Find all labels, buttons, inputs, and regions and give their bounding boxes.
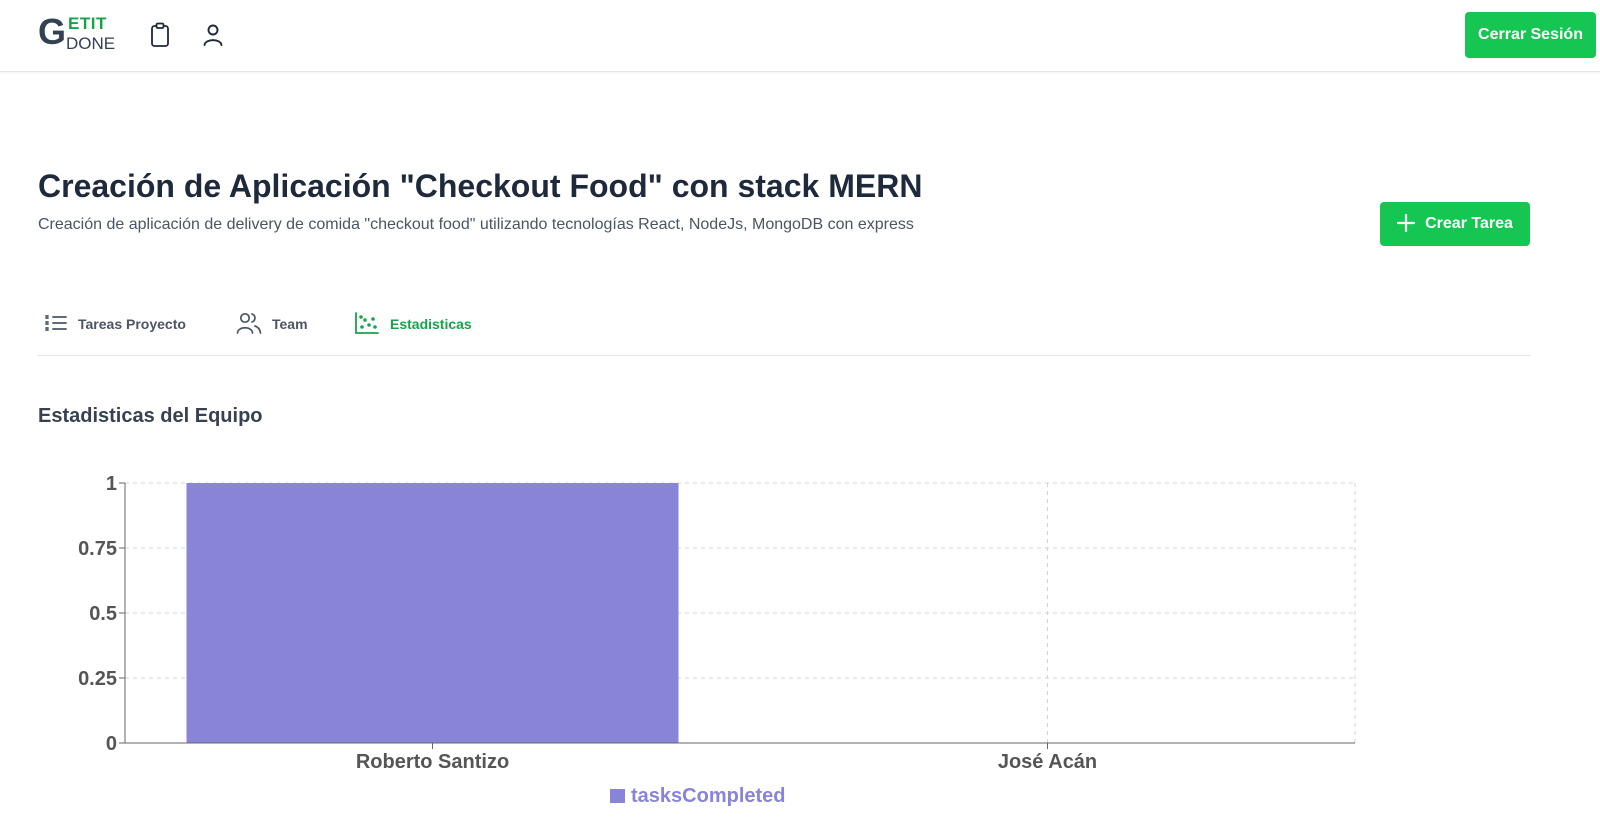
y-tick-label: 0 <box>106 733 117 755</box>
logo-bottom-text: DONE <box>66 34 116 53</box>
y-tick-label: 0.5 <box>89 603 117 625</box>
project-description: Creación de aplicación de delivery de co… <box>38 216 914 233</box>
top-navbar: G ETIT DONE Cerrar Sesión <box>0 0 1600 72</box>
bar <box>186 483 679 743</box>
logout-button[interactable]: Cerrar Sesión <box>1465 12 1596 58</box>
tab-label: Team <box>272 316 308 332</box>
logo-top-text: ETIT <box>68 14 107 33</box>
project-tabs: Tareas Proyecto Team Estadisticas <box>38 300 1530 356</box>
team-stats-bar-chart: 0 0.25 0.5 0.75 1 Roberto Santizo José Acán tas… <box>78 473 1356 807</box>
tab-label: Estadisticas <box>390 316 472 332</box>
project-title: Creación de Aplicación "Checkout Food" c… <box>38 168 923 204</box>
legend-label: tasksCompleted <box>631 785 786 807</box>
tab-label: Tareas Proyecto <box>78 316 186 332</box>
list-icon <box>44 312 68 337</box>
legend-swatch <box>610 789 625 803</box>
x-tick-label: José Acán <box>998 751 1097 773</box>
app-logo[interactable]: G ETIT DONE <box>38 12 118 56</box>
tab-estadisticas[interactable]: Estadisticas <box>354 310 472 338</box>
create-task-button[interactable]: Crear Tarea <box>1380 202 1530 246</box>
stats-section-title: Estadisticas del Equipo <box>38 405 263 427</box>
x-tick-label: Roberto Santizo <box>356 751 509 773</box>
chart-icon <box>354 311 380 338</box>
plus-icon <box>1397 213 1416 235</box>
logo-letter: G <box>38 11 67 52</box>
create-task-label: Crear Tarea <box>1425 215 1513 232</box>
y-tick-label: 0.25 <box>78 668 117 690</box>
user-icon[interactable] <box>198 20 228 50</box>
users-icon <box>236 311 262 338</box>
clipboard-icon[interactable] <box>145 20 175 50</box>
y-tick-label: 0.75 <box>78 538 117 560</box>
tab-tareas-proyecto[interactable]: Tareas Proyecto <box>44 310 186 338</box>
tab-team[interactable]: Team <box>236 310 308 338</box>
y-tick-label: 1 <box>106 473 117 495</box>
